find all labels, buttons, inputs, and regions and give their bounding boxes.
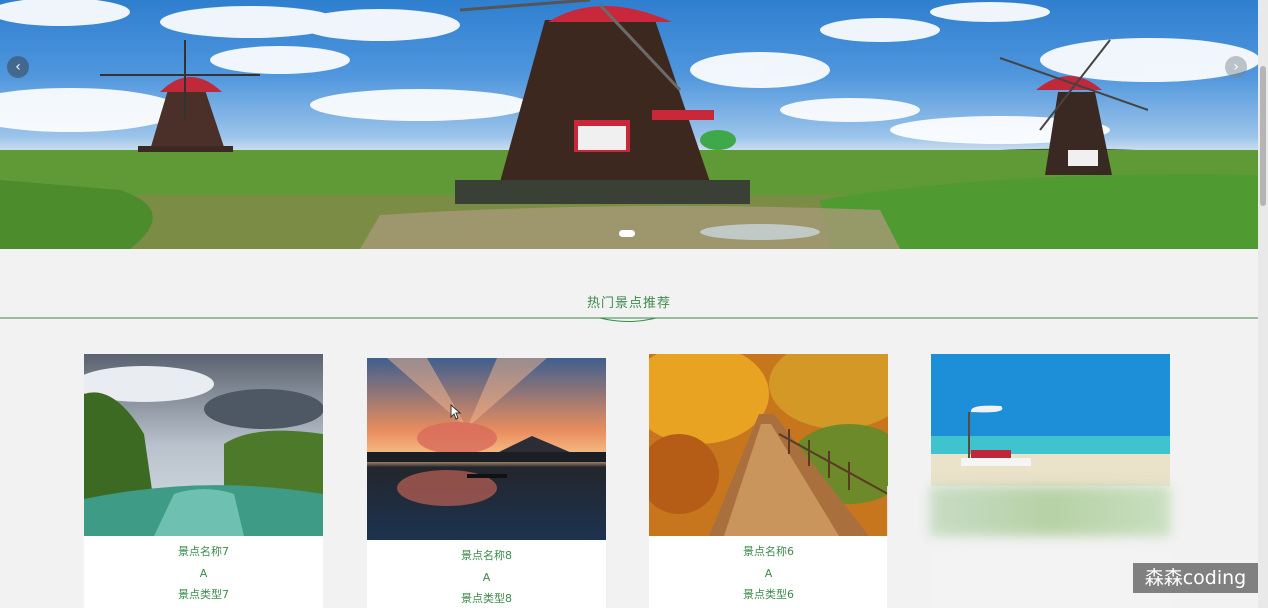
carousel-indicator-dot[interactable] [619,230,635,237]
chevron-right-icon: › [1233,59,1239,75]
attraction-image[interactable] [649,354,888,536]
attraction-name[interactable]: 景点名称7 [84,541,323,563]
attraction-rating: A [199,566,208,580]
attraction-info: 景点名称6 A 景点类型6 [649,541,888,606]
attraction-type: 景点类型7 [178,588,229,601]
attraction-image[interactable] [84,354,323,536]
attraction-card[interactable]: 景点名称6 A 景点类型6 [649,354,888,608]
attraction-type: 景点类型8 [461,592,512,605]
attraction-card[interactable]: 景点名称7 A 景点类型7 [84,354,323,608]
attraction-name[interactable]: 景点名称6 [649,541,888,563]
watermark-label: 森森coding [1133,563,1258,593]
section-divider [0,317,1258,322]
banner-image-windmills [0,0,1258,249]
attraction-type: 景点类型6 [743,588,794,601]
carousel-next-button[interactable]: › [1225,56,1247,78]
attraction-name[interactable]: 景点名称8 [367,545,606,567]
page-scrollbar[interactable] [1258,0,1268,608]
attraction-rating: A [764,566,773,580]
attraction-info: 景点名称7 A 景点类型7 [84,541,323,606]
attraction-image[interactable] [367,358,606,540]
section-title: 热门景点推荐 [586,296,671,311]
carousel-prev-button[interactable]: ‹ [7,56,29,78]
scrollbar-thumb[interactable] [1260,66,1266,206]
mouse-cursor-icon [450,404,462,420]
page: ‹ › 热门景点推荐 景点名称7 A 景点类型7 景点名称8 A 景点类型8 景… [0,0,1268,608]
attraction-info: 景点名称8 A 景点类型8 [367,545,606,608]
attraction-card[interactable]: 景点名称8 A 景点类型8 [367,358,606,608]
chevron-left-icon: ‹ [15,59,21,75]
banner-carousel[interactable]: ‹ › [0,0,1258,249]
attraction-rating: A [482,570,491,584]
blurred-overlay-strip [930,486,1170,536]
